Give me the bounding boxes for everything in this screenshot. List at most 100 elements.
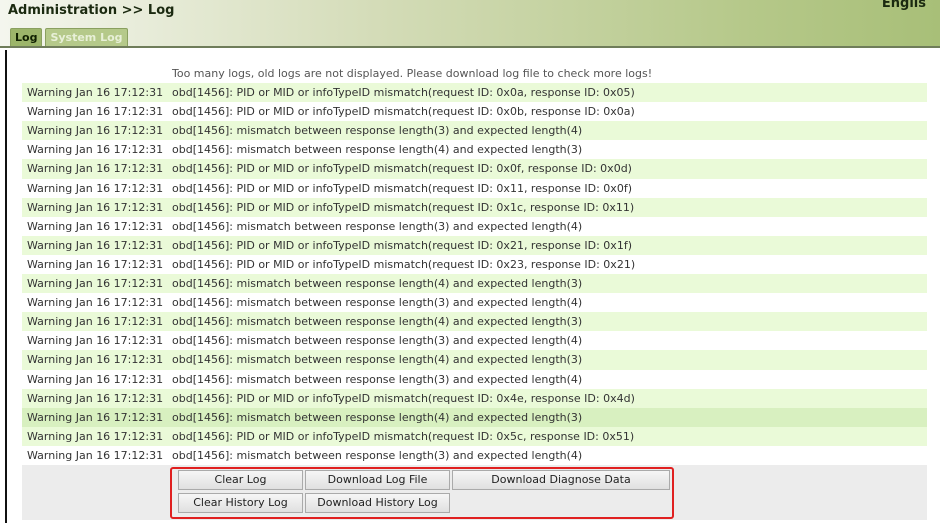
log-row: Warning Jan 16 17:12:31 obd[1456]: PID or… (22, 254, 927, 275)
log-row: Warning Jan 16 17:12:31 obd[1456]: mismat… (22, 216, 927, 236)
log-level: Warning (27, 257, 73, 271)
log-time: Jan 16 17:12:31 (75, 162, 164, 176)
log-message: obd[1456]: PID or MID or infoTypeID mism… (172, 86, 635, 100)
log-level: Warning (27, 334, 73, 348)
tab-system-log[interactable]: System Log (45, 28, 128, 46)
download-history-log-button[interactable]: Download History Log (305, 493, 450, 513)
log-level: Warning (27, 162, 73, 176)
log-time: Jan 16 17:12:31 (75, 334, 164, 348)
log-row: Warning Jan 16 17:12:31 obd[1456]: mismat… (22, 121, 927, 141)
log-time: Jan 16 17:12:31 (75, 277, 164, 291)
log-table: Too many logs, old logs are not displaye… (22, 64, 927, 465)
download-diagnose-data-button[interactable]: Download Diagnose Data (452, 470, 670, 490)
log-time: Jan 16 17:12:31 (75, 86, 164, 100)
log-level: Warning (27, 410, 73, 424)
log-level: Warning (27, 238, 73, 252)
log-level-time: Warning Jan 16 17:12:31 (22, 427, 172, 446)
log-level-time: Warning Jan 16 17:12:31 (22, 389, 172, 408)
log-message: obd[1456]: mismatch between response len… (172, 143, 583, 157)
log-time: Jan 16 17:12:31 (75, 315, 164, 329)
log-time: Jan 16 17:12:31 (75, 105, 164, 119)
log-level: Warning (27, 372, 73, 386)
clear-history-log-button[interactable]: Clear History Log (178, 493, 303, 513)
log-message: obd[1456]: PID or MID or infoTypeID mism… (172, 181, 632, 195)
log-level-time: Warning Jan 16 17:12:31 (22, 236, 172, 255)
log-row: Warning Jan 16 17:12:31 obd[1456]: mismat… (22, 293, 927, 313)
log-level-time: Warning Jan 16 17:12:31 (22, 331, 172, 350)
log-level-time: Warning Jan 16 17:12:31 (22, 408, 172, 427)
page-title: Administration >> Log (8, 3, 175, 18)
log-message: obd[1456]: PID or MID or infoTypeID mism… (172, 105, 635, 119)
download-log-file-button[interactable]: Download Log File (305, 470, 450, 490)
log-level: Warning (27, 277, 73, 291)
log-time: Jan 16 17:12:31 (75, 372, 164, 386)
log-level: Warning (27, 429, 73, 443)
log-notice: Too many logs, old logs are not displaye… (22, 64, 927, 84)
log-message: obd[1456]: mismatch between response len… (172, 296, 583, 310)
log-row: Warning Jan 16 17:12:31 obd[1456]: mismat… (22, 331, 927, 351)
log-message: obd[1456]: mismatch between response len… (172, 315, 583, 329)
language-selector[interactable]: Englis (882, 0, 926, 11)
log-level-time: Warning Jan 16 17:12:31 (22, 217, 172, 236)
log-level: Warning (27, 124, 73, 138)
log-message: obd[1456]: mismatch between response len… (172, 124, 583, 138)
log-time: Jan 16 17:12:31 (75, 200, 164, 214)
log-row: Warning Jan 16 17:12:31 obd[1456]: mismat… (22, 312, 927, 332)
log-message: obd[1456]: PID or MID or infoTypeID mism… (172, 200, 635, 214)
log-level-time: Warning Jan 16 17:12:31 (22, 140, 172, 159)
log-time: Jan 16 17:12:31 (75, 296, 164, 310)
log-row: Warning Jan 16 17:12:31 obd[1456]: PID or… (22, 426, 927, 446)
log-level-time: Warning Jan 16 17:12:31 (22, 83, 172, 102)
log-level-time: Warning Jan 16 17:12:31 (22, 198, 172, 217)
log-row: Warning Jan 16 17:12:31 obd[1456]: mismat… (22, 274, 927, 294)
log-level-time: Warning Jan 16 17:12:31 (22, 312, 172, 331)
log-level: Warning (27, 353, 73, 367)
log-time: Jan 16 17:12:31 (75, 353, 164, 367)
log-level: Warning (27, 181, 73, 195)
log-row: Warning Jan 16 17:12:31 obd[1456]: PID or… (22, 235, 927, 255)
log-message: obd[1456]: PID or MID or infoTypeID mism… (172, 257, 636, 271)
log-time: Jan 16 17:12:31 (75, 448, 164, 462)
log-level: Warning (27, 391, 73, 405)
log-row: Warning Jan 16 17:12:31 obd[1456]: PID or… (22, 388, 927, 408)
log-level: Warning (27, 200, 73, 214)
log-level: Warning (27, 86, 73, 100)
log-level-time: Warning Jan 16 17:12:31 (22, 446, 172, 465)
log-row: Warning Jan 16 17:12:31 obd[1456]: mismat… (22, 140, 927, 160)
tab-log[interactable]: Log (10, 28, 43, 46)
log-time: Jan 16 17:12:31 (75, 391, 164, 405)
button-area: Clear Log Download Log File Download Dia… (22, 465, 927, 520)
log-row: Warning Jan 16 17:12:31 obd[1456]: mismat… (22, 407, 927, 427)
log-row: Warning Jan 16 17:12:31 obd[1456]: PID or… (22, 159, 927, 179)
log-panel: Too many logs, old logs are not displaye… (5, 50, 927, 523)
log-time: Jan 16 17:12:31 (75, 181, 164, 195)
clear-log-button[interactable]: Clear Log (178, 470, 303, 490)
log-time: Jan 16 17:12:31 (75, 124, 164, 138)
log-message: obd[1456]: PID or MID or infoTypeID mism… (172, 429, 635, 443)
log-level-time: Warning Jan 16 17:12:31 (22, 350, 172, 369)
page-header: Administration >> Log Englis Log System … (0, 0, 940, 48)
log-message: obd[1456]: mismatch between response len… (172, 353, 583, 367)
log-message: obd[1456]: PID or MID or infoTypeID mism… (172, 238, 632, 252)
log-time: Jan 16 17:12:31 (75, 143, 164, 157)
log-row: Warning Jan 16 17:12:31 obd[1456]: PID or… (22, 102, 927, 122)
log-level-time: Warning Jan 16 17:12:31 (22, 255, 172, 274)
log-level-time: Warning Jan 16 17:12:31 (22, 370, 172, 389)
log-level-time: Warning Jan 16 17:12:31 (22, 102, 172, 121)
log-time: Jan 16 17:12:31 (75, 257, 164, 271)
log-row: Warning Jan 16 17:12:31 obd[1456]: PID or… (22, 178, 927, 198)
log-message: obd[1456]: PID or MID or infoTypeID mism… (172, 162, 632, 176)
log-message: obd[1456]: mismatch between response len… (172, 410, 583, 424)
log-message: obd[1456]: PID or MID or infoTypeID mism… (172, 391, 635, 405)
log-level: Warning (27, 315, 73, 329)
log-level: Warning (27, 296, 73, 310)
log-message: obd[1456]: mismatch between response len… (172, 372, 583, 386)
log-level-time: Warning Jan 16 17:12:31 (22, 274, 172, 293)
log-row: Warning Jan 16 17:12:31 obd[1456]: PID or… (22, 83, 927, 103)
log-time: Jan 16 17:12:31 (75, 238, 164, 252)
tab-bar: Log System Log (10, 28, 128, 46)
log-message: obd[1456]: mismatch between response len… (172, 448, 583, 462)
log-level-time: Warning Jan 16 17:12:31 (22, 121, 172, 140)
log-message: obd[1456]: mismatch between response len… (172, 334, 583, 348)
log-message: obd[1456]: mismatch between response len… (172, 219, 583, 233)
